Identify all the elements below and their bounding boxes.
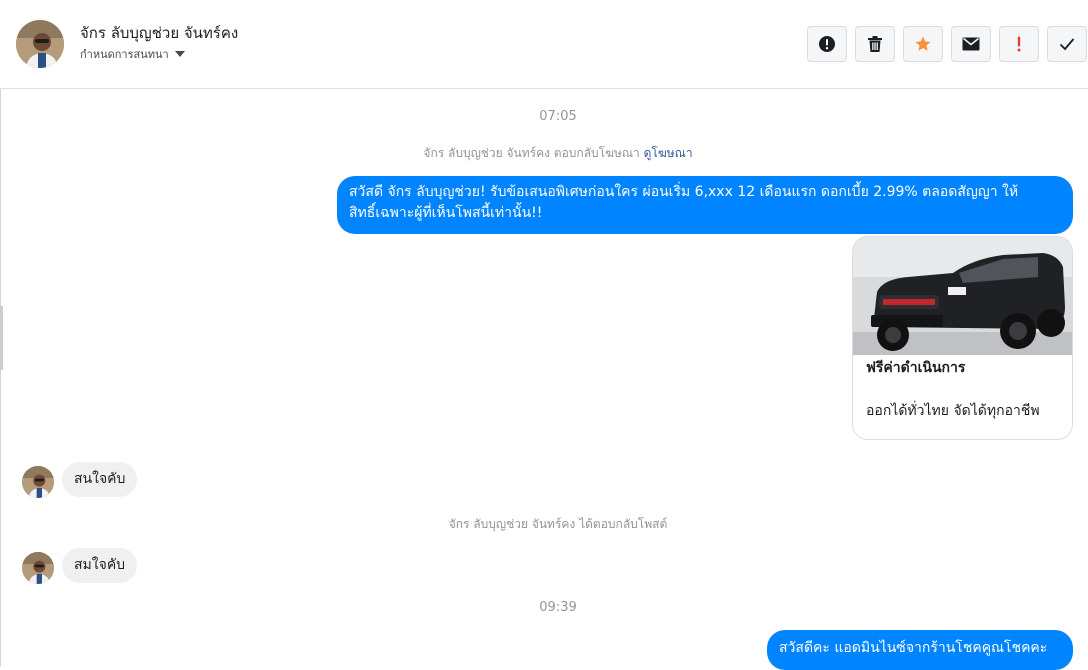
panel-resize-handle[interactable]: [0, 306, 3, 370]
conversation-header: จักร ลับบุญช่วย จันทร์คง กำหนดการสนทนา: [0, 0, 1088, 89]
sender-avatar[interactable]: [22, 552, 54, 584]
contact-name[interactable]: จักร ลับบุญช่วย จันทร์คง: [80, 21, 238, 45]
message-text-line: สิทธิ์เฉพาะผู้ที่เห็นโพสนี้เท่านั้น!!: [349, 205, 543, 221]
avatar-photo: [16, 20, 64, 68]
mark-as-done-button[interactable]: [1047, 26, 1087, 62]
trash-icon: [868, 36, 882, 52]
checkmark-icon: [1059, 38, 1075, 51]
contact-avatar[interactable]: [16, 20, 64, 68]
delete-button[interactable]: [855, 26, 895, 62]
outgoing-message[interactable]: สวัสดี จักร ลับบุญช่วย! รับข้อเสนอพิเศษก…: [337, 176, 1073, 234]
pickup-truck-image: [853, 237, 1072, 355]
avatar-photo: [22, 466, 54, 498]
exclamation-circle-icon: [819, 36, 835, 52]
mark-as-spam-button[interactable]: [807, 26, 847, 62]
envelope-icon: [962, 37, 980, 51]
ad-card-title: ฟรีค่าดำเนินการ: [866, 360, 966, 376]
ad-card[interactable]: ฟรีค่าดำเนินการ ออกได้ทั่วไทย จัดได้ทุกอ…: [852, 236, 1073, 440]
sender-avatar[interactable]: [22, 466, 54, 498]
mark-as-unread-button[interactable]: [951, 26, 991, 62]
ad-card-image: [853, 237, 1072, 355]
message-text-line: สวัสดี จักร ลับบุญช่วย! รับข้อเสนอพิเศษก…: [349, 184, 1019, 200]
timestamp-separator: 09:39: [539, 600, 577, 615]
star-icon: [915, 36, 931, 51]
avatar-photo: [22, 552, 54, 584]
star-button[interactable]: [903, 26, 943, 62]
mark-important-button[interactable]: [999, 26, 1039, 62]
assign-conversation-label: กำหนดการสนทนา: [80, 48, 169, 61]
caret-down-icon: [174, 51, 185, 57]
ad-reply-notice: จักร ลับบุญช่วย จันทร์คง ตอบกลับโฆษณา ดู…: [0, 144, 1088, 163]
incoming-message[interactable]: สนใจคับ: [62, 462, 138, 497]
outgoing-message[interactable]: สวัสดีคะ แอดมินไนซ์จากร้านโชคคูณโชคคะ: [767, 630, 1073, 670]
view-ad-link[interactable]: ดูโฆษณา: [644, 146, 693, 160]
incoming-message[interactable]: สมใจคับ: [62, 548, 138, 583]
timestamp-separator: 07:05: [539, 109, 577, 124]
ad-reply-notice-text: จักร ลับบุญช่วย จันทร์คง ตอบกลับโฆษณา: [423, 146, 640, 160]
post-reply-notice: จักร ลับบุญช่วย จันทร์คง ได้ตอบกลับโพสต์: [448, 517, 668, 531]
assign-conversation-dropdown[interactable]: กำหนดการสนทนา: [80, 45, 185, 63]
exclamation-icon: [1017, 36, 1021, 52]
ad-card-subtitle: ออกได้ทั่วไทย จัดได้ทุกอาชีพ: [866, 403, 1040, 419]
